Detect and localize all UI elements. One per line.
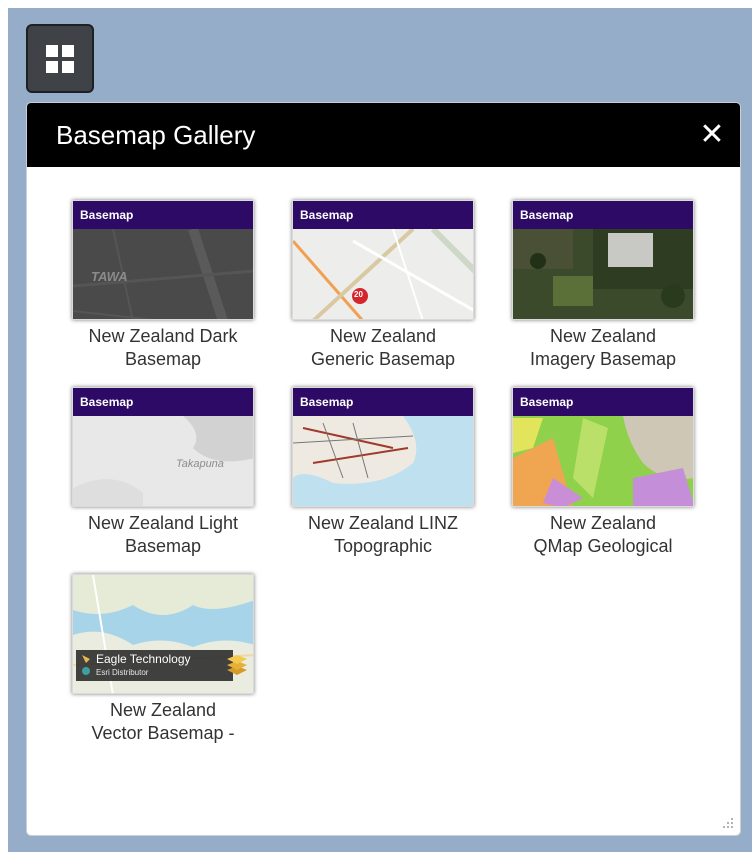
basemap-thumbnail: Basemap bbox=[512, 387, 694, 507]
logo-name: Eagle Technology bbox=[96, 652, 191, 666]
basemap-item-nz-dark[interactable]: Basemap TAWA New Zealand Dark Basemap bbox=[63, 200, 263, 375]
logo-subtitle: Esri Distributor bbox=[96, 668, 149, 677]
thumb-map-label: 20 bbox=[354, 290, 363, 299]
basemap-title: New Zealand Generic Basemap bbox=[310, 326, 456, 369]
eagle-technology-logo: Eagle Technology Esri Distributor bbox=[76, 650, 247, 681]
basemap-item-nz-light[interactable]: Basemap Takapuna New Zealand Light Basema… bbox=[63, 387, 263, 562]
basemap-item-nz-qmap-geological[interactable]: Basemap New Zealand QMap Geological bbox=[503, 387, 703, 562]
basemap-item-nz-vector[interactable]: Eagle Technology Esri Distributor New Ze… bbox=[63, 574, 263, 749]
basemap-title: New Zealand LINZ Topographic bbox=[307, 513, 459, 556]
thumb-map-label: Takapuna bbox=[176, 458, 224, 470]
panel-title: Basemap Gallery bbox=[56, 120, 256, 150]
basemap-grid-icon bbox=[46, 44, 74, 73]
basemap-title: New Zealand Dark Basemap bbox=[88, 326, 238, 369]
basemap-title: New Zealand QMap Geological bbox=[533, 513, 673, 556]
basemap-title: New Zealand Imagery Basemap bbox=[529, 326, 677, 369]
basemap-tag: Basemap bbox=[513, 201, 693, 229]
basemap-thumbnail: Basemap 20 bbox=[292, 200, 474, 320]
basemap-tag: Basemap bbox=[73, 201, 253, 229]
basemap-thumbnail: Basemap bbox=[512, 200, 694, 320]
basemap-title: New Zealand Light Basemap bbox=[87, 513, 239, 556]
close-icon[interactable]: ✕ bbox=[698, 120, 726, 150]
basemap-tag: Basemap bbox=[73, 388, 253, 416]
basemap-thumbnail: Basemap TAWA bbox=[72, 200, 254, 320]
basemap-item-nz-generic[interactable]: Basemap 20 New Zealand Generic Basemap bbox=[283, 200, 483, 375]
resize-grip-icon[interactable] bbox=[720, 815, 734, 829]
basemap-item-nz-linz-topographic[interactable]: Basemap New Zealand LINZ Topographic bbox=[283, 387, 483, 562]
thumb-map-label: TAWA bbox=[91, 269, 128, 284]
basemap-thumbnail: Basemap Takapuna bbox=[72, 387, 254, 507]
basemap-item-nz-imagery[interactable]: Basemap New Zealand Imagery Basemap bbox=[503, 200, 703, 375]
basemap-gallery-toggle-button[interactable] bbox=[26, 24, 94, 93]
basemap-tag: Basemap bbox=[293, 388, 473, 416]
basemap-title: New Zealand Vector Basemap - bbox=[91, 700, 235, 743]
basemap-gallery-panel: Basemap Gallery ✕ Basemap TAWA New Zeala… bbox=[26, 102, 741, 836]
basemap-tag: Basemap bbox=[513, 388, 693, 416]
basemap-tag: Basemap bbox=[293, 201, 473, 229]
panel-header: Basemap Gallery ✕ bbox=[27, 103, 740, 167]
basemap-thumbnail: Eagle Technology Esri Distributor bbox=[72, 574, 254, 694]
basemap-thumbnail: Basemap bbox=[292, 387, 474, 507]
